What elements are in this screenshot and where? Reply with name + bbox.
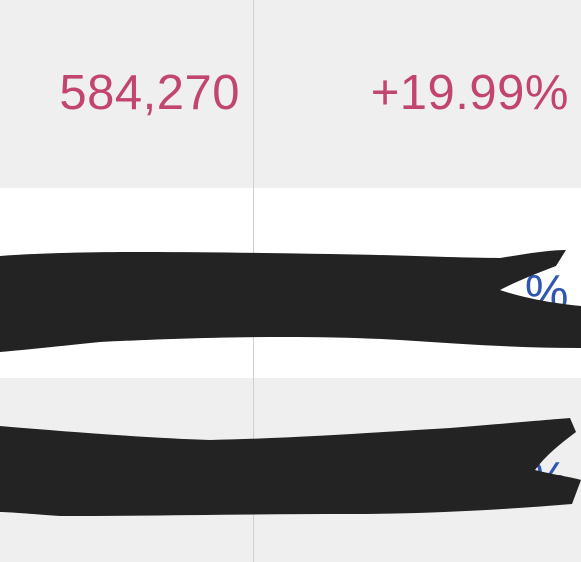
table-row[interactable]: % (0, 378, 581, 562)
change-text: % (524, 266, 569, 320)
data-table: 584,270 +19.99% % % (0, 0, 581, 562)
value-cell: 584,270 (0, 0, 254, 188)
value-cell (0, 188, 254, 378)
value-cell (0, 378, 254, 562)
change-text: +19.99% (370, 66, 569, 120)
change-cell: % (254, 378, 581, 562)
column-divider (253, 0, 254, 562)
table-row[interactable]: % (0, 188, 581, 378)
change-cell: +19.99% (254, 0, 581, 188)
table-row[interactable]: 584,270 +19.99% (0, 0, 581, 188)
change-text: % (524, 453, 569, 507)
change-cell: % (254, 188, 581, 378)
value-text: 584,270 (59, 66, 240, 120)
